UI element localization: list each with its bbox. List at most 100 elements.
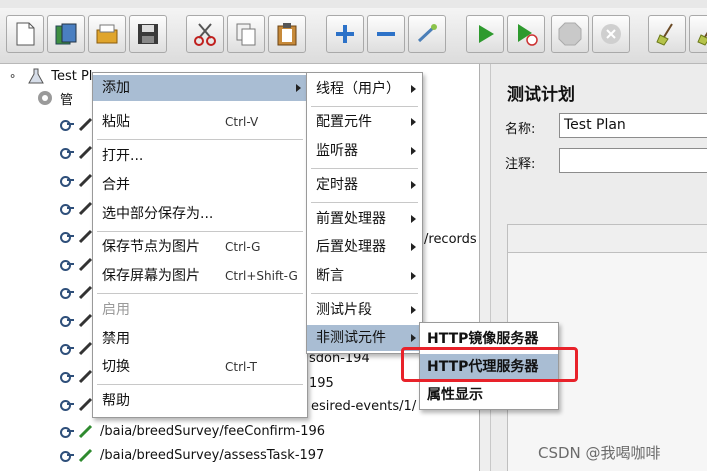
menu-item-shortcut: Ctrl-T (225, 360, 257, 374)
menu-separator (311, 293, 418, 294)
paste-button[interactable] (268, 15, 306, 53)
menu-item-label: 打开... (102, 148, 144, 164)
templates-icon (53, 21, 79, 47)
open-button[interactable] (88, 15, 126, 53)
submenu-arrow-icon (411, 243, 416, 251)
cut-button[interactable] (186, 15, 224, 53)
clear-all-button[interactable] (689, 15, 707, 53)
submenu-item-test-fragment[interactable]: 测试片段 (307, 297, 422, 323)
start-button[interactable] (466, 15, 504, 53)
clear-button[interactable] (648, 15, 686, 53)
menu-item-label: 保存节点为图片 (102, 239, 200, 255)
menu-item-label: 启用 (102, 302, 130, 318)
menu-item-save-screen-image[interactable]: 保存屏幕为图片 Ctrl+Shift-G (93, 263, 307, 289)
templates-button[interactable] (47, 15, 85, 53)
broom-all-icon (695, 21, 707, 47)
menu-item-toggle[interactable]: 切换 Ctrl-T (93, 354, 307, 380)
toolbar (0, 8, 707, 64)
key-icon (60, 344, 74, 355)
menu-item-label: 添加 (102, 80, 130, 96)
menu-separator (97, 384, 303, 385)
menu-item-merge[interactable]: 合并 (93, 172, 307, 198)
save-button[interactable] (129, 15, 167, 53)
new-document-icon (13, 21, 37, 47)
comment-label: 注释: (505, 157, 536, 172)
submenu-item-assertion[interactable]: 断言 (307, 263, 422, 289)
submenu-arrow-icon (411, 118, 416, 126)
submenu-arrow-icon (411, 272, 416, 280)
key-icon (60, 176, 74, 187)
menu-item-shortcut: Ctrl-V (225, 115, 259, 129)
play-icon (473, 22, 497, 46)
submenu-item-timer[interactable]: 定时器 (307, 172, 422, 198)
tree-label-fragment: esired-events/1/ (311, 399, 417, 414)
open-folder-icon (94, 21, 120, 47)
submenu-item-listener[interactable]: 监听器 (307, 138, 422, 164)
menu-item-label: 监听器 (316, 143, 358, 159)
context-menu: 添加 粘贴 Ctrl-V 打开... 合并 选中部分保存为... 保存节点为图片… (92, 72, 308, 418)
menu-separator (97, 231, 303, 232)
menu-item-label: 合并 (102, 177, 130, 193)
menu-item-label: 保存屏幕为图片 (102, 268, 200, 284)
menu-item-help[interactable]: 帮助 (93, 388, 307, 414)
submenu-arrow-icon (411, 181, 416, 189)
tree-thread-group-row[interactable]: 管 (36, 86, 73, 110)
tree-sampler-row[interactable]: /baia/breedSurvey/assessTask-197 (60, 443, 324, 467)
menu-item-label: 非测试元件 (316, 330, 386, 346)
broom-icon (654, 21, 680, 47)
key-icon (60, 427, 74, 438)
menu-item-label: 断言 (316, 268, 344, 284)
submenu-arrow-icon (411, 215, 416, 223)
tree-sampler-label: /baia/breedSurvey/feeConfirm-196 (100, 423, 326, 439)
comment-field[interactable] (559, 148, 707, 173)
copy-button[interactable] (227, 15, 265, 53)
menu-item-paste[interactable]: 粘贴 Ctrl-V (93, 109, 307, 135)
tree-sampler-row[interactable]: /baia/breedSurvey/feeConfirm-196 (60, 419, 325, 443)
menu-item-shortcut: Ctrl+Shift-G (225, 269, 298, 283)
menu-separator (311, 202, 418, 203)
menu-item-label: 帮助 (102, 393, 130, 409)
submenu-item-config-element[interactable]: 配置元件 (307, 109, 422, 135)
toggle-button[interactable] (408, 15, 446, 53)
menu-item-save-selection[interactable]: 选中部分保存为... (93, 201, 307, 227)
menu-item-open[interactable]: 打开... (93, 143, 307, 169)
name-field[interactable]: Test Plan (559, 113, 707, 138)
menu-item-disable[interactable]: 禁用 (93, 326, 307, 352)
menu-item-label: 属性显示 (427, 387, 483, 403)
key-icon (60, 451, 74, 462)
tree-collapse-handle-icon[interactable]: ⚬ (8, 70, 17, 83)
submenu-item-pre-processor[interactable]: 前置处理器 (307, 206, 422, 232)
menu-separator (97, 293, 303, 294)
submenu-item-property-display[interactable]: 属性显示 (420, 382, 558, 408)
menu-item-label: 前置处理器 (316, 211, 386, 227)
menu-item-add[interactable]: 添加 (93, 75, 307, 101)
shutdown-button[interactable] (592, 15, 630, 53)
key-icon (60, 232, 74, 243)
menu-item-label: 禁用 (102, 331, 130, 347)
menu-item-save-node-image[interactable]: 保存节点为图片 Ctrl-G (93, 234, 307, 260)
sampler-pen-icon (78, 447, 94, 463)
expand-button[interactable] (326, 15, 364, 53)
shutdown-icon (599, 22, 623, 46)
menu-separator (311, 168, 418, 169)
menu-item-enable: 启用 (93, 297, 307, 323)
plus-icon (333, 22, 357, 46)
new-button[interactable] (6, 15, 44, 53)
minus-icon (374, 22, 398, 46)
gear-icon (36, 89, 54, 107)
collapse-button[interactable] (367, 15, 405, 53)
tree-label-fragment: /records (424, 232, 477, 247)
menu-item-shortcut: Ctrl-G (225, 240, 261, 254)
stop-button[interactable] (551, 15, 589, 53)
submenu-arrow-icon (411, 334, 416, 342)
key-icon (60, 288, 74, 299)
scissors-icon (192, 21, 218, 47)
menu-item-label: 配置元件 (316, 114, 372, 130)
submenu-item-post-processor[interactable]: 后置处理器 (307, 234, 422, 260)
highlight-annotation (401, 347, 578, 382)
submenu-item-threads[interactable]: 线程（用户） (307, 76, 422, 102)
tree-sampler-label: /baia/breedSurvey/assessTask-197 (100, 447, 325, 463)
watermark: CSDN @我喝咖啡 (538, 444, 661, 462)
submenu-arrow-icon (411, 85, 416, 93)
start-no-pauses-button[interactable] (507, 15, 545, 53)
